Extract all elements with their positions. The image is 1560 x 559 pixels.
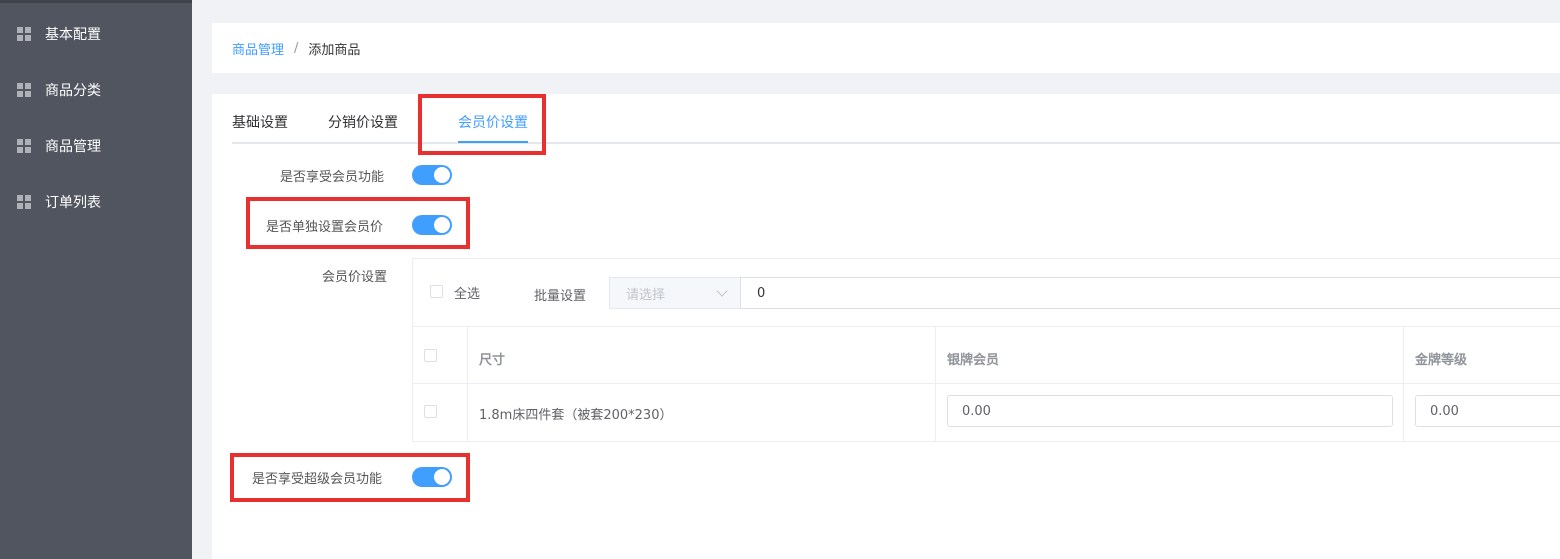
silver-price-value: 0.00: [962, 403, 991, 419]
highlight-box: [230, 453, 470, 502]
grid-icon: [17, 83, 31, 97]
tab-basic-settings[interactable]: 基础设置: [232, 112, 288, 144]
column-divider: [467, 327, 468, 441]
batch-select[interactable]: 请选择: [609, 277, 741, 309]
gold-price-input[interactable]: 0.00: [1415, 395, 1560, 427]
highlight-box: [246, 197, 470, 249]
enable-member-switch[interactable]: [412, 165, 452, 185]
gold-price-value: 0.00: [1430, 403, 1459, 419]
breadcrumb-link[interactable]: 商品管理: [232, 39, 284, 58]
grid-icon: [17, 27, 31, 41]
header-checkbox[interactable]: [424, 349, 437, 362]
highlight-box: [418, 94, 546, 155]
breadcrumb-card: 商品管理 / 添加商品: [212, 23, 1560, 73]
batch-label: 批量设置: [534, 289, 587, 304]
chevron-down-icon: [716, 285, 728, 297]
breadcrumb-separator: /: [294, 40, 299, 56]
column-header-silver: 银牌会员: [947, 353, 1000, 368]
main-card: 基础设置 分销价设置 会员价设置 是否享受会员功能 是否单独设置会员价 会员价设…: [212, 94, 1560, 559]
member-price-panel: 全选 批量设置 请选择 0 尺寸 银牌会员 金牌等级 1.8m床四件套（被套20…: [412, 258, 1560, 442]
sidebar-item-label: 商品管理: [45, 139, 101, 155]
column-divider: [1403, 327, 1404, 441]
select-all-label: 全选: [454, 287, 481, 302]
column-divider: [935, 327, 936, 441]
table-header-row: 尺寸 银牌会员 金牌等级: [413, 327, 1560, 384]
sidebar-item-product-management[interactable]: 商品管理: [0, 118, 192, 174]
sidebar: 基本配置 商品分类 商品管理 订单列表: [0, 0, 192, 559]
silver-price-input[interactable]: 0.00: [947, 395, 1393, 427]
batch-toolbar: 全选 批量设置 请选择 0: [413, 259, 1560, 327]
sidebar-item-label: 基本配置: [45, 27, 101, 43]
grid-icon: [17, 139, 31, 153]
batch-value: 0: [757, 285, 766, 301]
sidebar-item-order-list[interactable]: 订单列表: [0, 174, 192, 230]
row-checkbox[interactable]: [424, 405, 437, 418]
batch-select-placeholder: 请选择: [626, 287, 666, 303]
sidebar-item-label: 订单列表: [45, 195, 101, 211]
column-header-size: 尺寸: [479, 353, 506, 368]
column-header-gold: 金牌等级: [1415, 353, 1468, 368]
sidebar-item-label: 商品分类: [45, 83, 101, 99]
sidebar-item-basic-config[interactable]: 基本配置: [0, 6, 192, 62]
table-row: 1.8m床四件套（被套200*230） 0.00 0.00: [413, 384, 1560, 441]
member-price-label: 会员价设置: [322, 270, 388, 285]
size-cell: 1.8m床四件套（被套200*230）: [479, 408, 673, 423]
breadcrumb-current: 添加商品: [308, 42, 361, 58]
batch-value-input[interactable]: 0: [740, 277, 1560, 309]
tab-distribution-price[interactable]: 分销价设置: [328, 112, 398, 144]
select-all-checkbox[interactable]: [430, 285, 443, 298]
grid-icon: [17, 195, 31, 209]
switch-knob: [434, 167, 450, 183]
enable-member-label: 是否享受会员功能: [280, 170, 385, 185]
sidebar-item-product-category[interactable]: 商品分类: [0, 62, 192, 118]
breadcrumb: 商品管理 / 添加商品: [232, 23, 360, 73]
